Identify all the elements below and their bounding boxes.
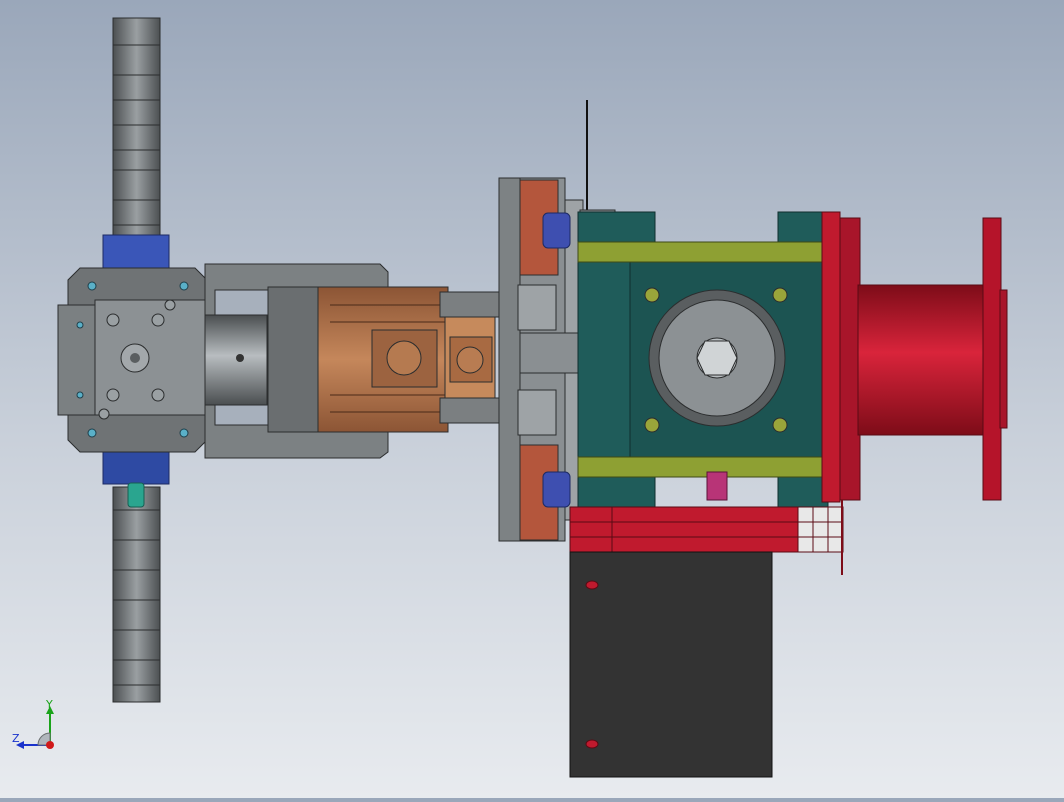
- x-axis-dot: [46, 741, 54, 749]
- teal-mounting-plate: [577, 211, 829, 508]
- cad-model-drawing: [57, 17, 1008, 778]
- axis-triad-graphic: [16, 706, 54, 749]
- servo-motor: [267, 286, 501, 433]
- red-drum-roller: [821, 211, 1008, 503]
- z-axis-label: Z: [12, 732, 20, 745]
- cad-viewport[interactable]: Y Z: [0, 0, 1064, 798]
- axis-triad: Y Z: [10, 698, 70, 760]
- y-axis-label: Y: [46, 698, 53, 711]
- lower-frame-assembly: [569, 500, 844, 778]
